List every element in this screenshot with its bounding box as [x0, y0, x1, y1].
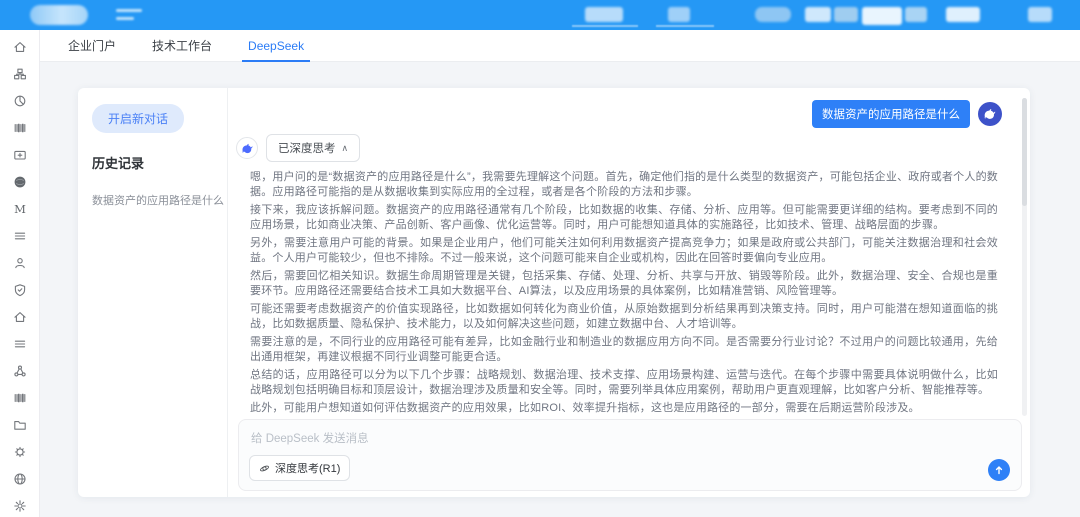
history-panel: 开启新对话 历史记录 数据资产的应用路径是什么 — [78, 88, 228, 497]
chat-panel: 数据资产的应用路径是什么 已深度思考 ∧ — [228, 88, 1030, 497]
thought-paragraph: 总结的话，应用路径可以分为以下几个步骤：战略规划、数据治理、技术支撑、应用场景构… — [250, 368, 998, 398]
topbar-menu-item[interactable] — [668, 7, 690, 22]
pie-chart-icon[interactable] — [12, 93, 28, 109]
layers-icon[interactable] — [12, 336, 28, 352]
topbar-menu-item[interactable] — [834, 7, 858, 22]
thought-paragraph: 嗯，用户问的是“数据资产的应用路径是什么”，我需要先理解这个问题。首先，确定他们… — [250, 170, 998, 200]
globe-icon[interactable] — [12, 471, 28, 487]
thought-toggle-label: 已深度思考 — [278, 140, 336, 156]
message-input[interactable]: 给 DeepSeek 发送消息 — [251, 430, 369, 446]
folder-icon[interactable] — [12, 417, 28, 433]
deepseek-avatar — [236, 137, 258, 159]
tab-deepseek[interactable]: DeepSeek — [248, 30, 304, 62]
thought-paragraph: 接下来，我应该拆解问题。数据资产的应用路径通常有几个阶段，比如数据的收集、存储、… — [250, 203, 998, 233]
letter-m-icon[interactable]: M — [12, 201, 28, 217]
home-icon[interactable] — [12, 39, 28, 55]
thought-paragraph: 可能还需要考虑数据资产的价值实现路径，比如数据如何转化为商业价值，从原始数据到分… — [250, 302, 998, 332]
tabbar: 企业门户 技术工作台 DeepSeek — [40, 30, 1080, 62]
topbar-menu-item[interactable] — [805, 7, 831, 22]
card-plus-icon[interactable] — [12, 147, 28, 163]
chat-scrollbar-thumb[interactable] — [1022, 98, 1027, 206]
user-message-bubble: 数据资产的应用路径是什么 — [812, 100, 970, 128]
arrow-up-icon — [992, 463, 1006, 477]
app-logo — [30, 5, 88, 25]
chevron-up-icon: ∧ — [342, 143, 349, 154]
deepthink-label: 深度思考(R1) — [275, 460, 340, 476]
topbar-menu-item[interactable] — [1028, 7, 1052, 22]
send-button[interactable] — [988, 459, 1010, 481]
ai-message-row: 已深度思考 ∧ — [236, 134, 1016, 162]
user-icon[interactable] — [12, 255, 28, 271]
icon-sidebar: M — [0, 30, 40, 517]
topbar-menu-item[interactable] — [755, 7, 791, 22]
new-chat-button[interactable]: 开启新对话 — [92, 104, 184, 133]
user-message-row: 数据资产的应用路径是什么 — [236, 100, 1002, 128]
barcode-icon[interactable] — [12, 120, 28, 136]
topbar-menu-toggle-icon[interactable] — [116, 9, 142, 25]
topbar-nav — [560, 0, 1080, 30]
tab-enterprise-portal[interactable]: 企业门户 — [68, 30, 116, 62]
tab-tech-workbench[interactable]: 技术工作台 — [152, 30, 212, 62]
message-composer: 给 DeepSeek 发送消息 深度思考(R1) — [238, 419, 1022, 491]
whale-logo-icon — [982, 106, 998, 122]
history-title: 历史记录 — [92, 153, 213, 172]
thought-paragraph: 此外，可能用户想知道如何评估数据资产的应用效果，比如ROI、效率提升指标，这也是… — [250, 401, 998, 416]
user-avatar — [978, 102, 1002, 126]
barcode-alt-icon[interactable] — [12, 390, 28, 406]
thought-paragraph: 另外，需要注意用户可能的背景。如果是企业用户，他们可能关注如何利用数据资产提高竞… — [250, 236, 998, 266]
list-icon[interactable] — [12, 228, 28, 244]
thought-content: 嗯，用户问的是“数据资产的应用路径是什么”，我需要先理解这个问题。首先，确定他们… — [250, 170, 1014, 428]
topbar-menu-item[interactable] — [905, 7, 927, 22]
thought-paragraph: 需要注意的是，不同行业的应用路径可能有差异，比如金融行业和制造业的数据应用方向不… — [250, 335, 998, 365]
whale-logo-icon — [240, 141, 255, 156]
history-item[interactable]: 数据资产的应用路径是什么 — [92, 192, 213, 208]
deepthink-r1-button[interactable]: 深度思考(R1) — [249, 455, 350, 481]
topbar-menu-item[interactable] — [585, 7, 623, 22]
svg-text:M: M — [14, 202, 26, 216]
topbar-menu-item[interactable] — [946, 7, 980, 22]
topbar — [0, 0, 1080, 30]
home-alt-icon[interactable] — [12, 309, 28, 325]
shield-icon[interactable] — [12, 282, 28, 298]
chat-card: 开启新对话 历史记录 数据资产的应用路径是什么 数据资产的应用路径是什么 — [78, 88, 1030, 497]
workbench-icon[interactable] — [12, 66, 28, 82]
deepthink-icon — [259, 463, 270, 474]
badge-icon[interactable] — [12, 444, 28, 460]
sitemap-icon[interactable] — [12, 363, 28, 379]
thought-toggle-button[interactable]: 已深度思考 ∧ — [266, 134, 360, 162]
topbar-menu-item[interactable] — [862, 7, 902, 25]
content-area: 开启新对话 历史记录 数据资产的应用路径是什么 数据资产的应用路径是什么 — [40, 62, 1080, 517]
settings-icon[interactable] — [12, 498, 28, 514]
thought-paragraph: 然后，需要回忆相关知识。数据生命周期管理是关键，包括采集、存储、处理、分析、共享… — [250, 269, 998, 299]
globe-dark-icon[interactable] — [12, 174, 28, 190]
